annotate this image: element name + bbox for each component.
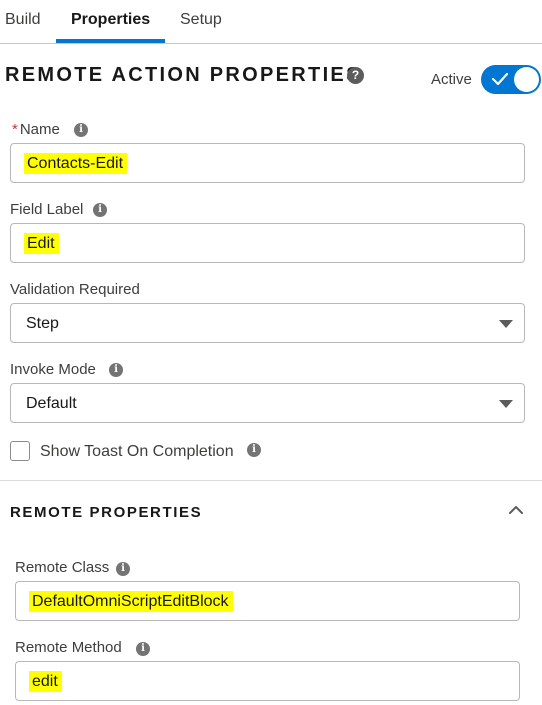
- chevron-down-icon: [499, 320, 513, 328]
- active-toggle[interactable]: [481, 65, 541, 94]
- page-title: REMOTE ACTION PROPERTIES: [5, 64, 362, 86]
- show-toast-checkbox[interactable]: [10, 441, 30, 461]
- check-icon: [491, 72, 509, 86]
- info-icon[interactable]: i: [247, 443, 261, 457]
- invoke-mode-value: Default: [26, 395, 77, 412]
- name-value: Contacts-Edit: [24, 153, 128, 174]
- toggle-knob: [514, 67, 539, 92]
- invoke-mode-select[interactable]: Default: [10, 383, 525, 423]
- field-label-value: Edit: [24, 233, 59, 254]
- field-label-label: Field Label: [10, 201, 84, 218]
- field-label-input[interactable]: Edit: [10, 223, 525, 263]
- tab-properties[interactable]: Properties: [71, 0, 150, 43]
- name-label: * Name: [12, 121, 60, 138]
- name-input[interactable]: Contacts-Edit: [10, 143, 525, 183]
- info-icon[interactable]: i: [74, 123, 88, 137]
- remote-class-value: DefaultOmniScriptEditBlock: [29, 591, 233, 612]
- remote-method-value: edit: [29, 671, 62, 692]
- remote-method-input[interactable]: edit: [15, 661, 520, 701]
- tab-bar: Build Properties Setup: [0, 0, 542, 44]
- info-icon[interactable]: i: [136, 642, 150, 656]
- chevron-down-icon: [499, 400, 513, 408]
- help-icon[interactable]: ?: [347, 67, 364, 84]
- tab-setup[interactable]: Setup: [180, 0, 222, 43]
- remote-method-label: Remote Method: [15, 639, 122, 656]
- validation-required-value: Step: [26, 315, 59, 332]
- validation-required-select[interactable]: Step: [10, 303, 525, 343]
- required-mark: *: [12, 121, 18, 138]
- active-toggle-label: Active: [431, 71, 472, 88]
- remote-class-label: Remote Class: [15, 559, 110, 576]
- info-icon[interactable]: i: [116, 562, 130, 576]
- info-icon[interactable]: i: [93, 203, 107, 217]
- tab-build[interactable]: Build: [5, 0, 41, 43]
- chevron-up-icon[interactable]: [507, 503, 525, 517]
- remote-properties-header[interactable]: REMOTE PROPERTIES: [10, 504, 202, 521]
- section-divider: [0, 480, 542, 481]
- show-toast-label[interactable]: Show Toast On Completion: [40, 443, 234, 461]
- validation-required-label: Validation Required: [10, 281, 140, 298]
- info-icon[interactable]: i: [109, 363, 123, 377]
- name-label-text: Name: [19, 121, 60, 138]
- invoke-mode-label: Invoke Mode: [10, 361, 96, 378]
- remote-class-input[interactable]: DefaultOmniScriptEditBlock: [15, 581, 520, 621]
- active-tab-indicator: [56, 39, 165, 43]
